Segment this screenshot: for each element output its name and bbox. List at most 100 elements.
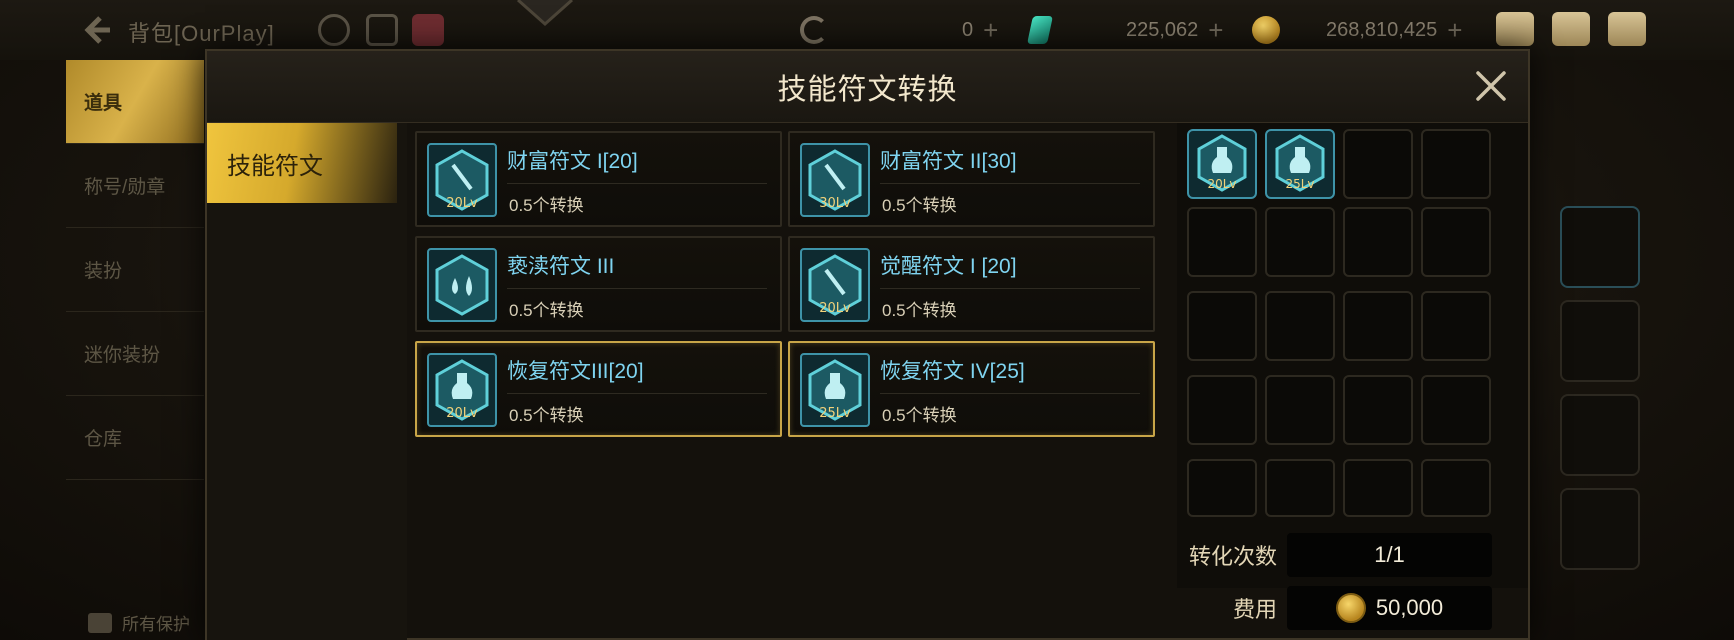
moon-value: 0 xyxy=(962,18,974,41)
rune-slot-empty[interactable] xyxy=(1187,291,1257,361)
rune-name: 财富符文 II[30] xyxy=(880,150,1017,173)
rune-card[interactable]: 20Lv 财富符文 I[20] 0.5个转换 xyxy=(415,131,782,227)
rune-conversion-rate: 0.5个转换 xyxy=(882,196,957,215)
coin-value: 268,810,425 xyxy=(1326,18,1438,41)
moon-icon xyxy=(800,16,828,44)
slot-level-text: 20Lv xyxy=(1207,177,1236,191)
rune-slot-filled[interactable]: 20Lv xyxy=(1187,129,1257,199)
rune-card-selected[interactable]: 20Lv 恢复符文III[20] 0.5个转换 xyxy=(415,341,782,437)
rune-slot-empty[interactable] xyxy=(1343,459,1413,517)
rune-card[interactable]: 30Lv 财富符文 II[30] 0.5个转换 xyxy=(788,131,1155,227)
rune-name: 觉醒符文 I [20] xyxy=(880,255,1017,278)
sword-rune-icon: 30Lv xyxy=(800,143,870,217)
menu-item-outfit[interactable]: 装扮 xyxy=(66,228,204,312)
rune-slot-empty[interactable] xyxy=(1421,207,1491,277)
mail-icon[interactable] xyxy=(1552,12,1590,46)
divider xyxy=(507,183,767,184)
conversion-count-row: 转化次数 1/1 xyxy=(1187,533,1492,577)
sort-icon[interactable] xyxy=(366,14,398,46)
rune-slot-empty[interactable] xyxy=(1343,207,1413,277)
background-slot xyxy=(1560,488,1640,570)
potion-rune-icon: 20Lv xyxy=(427,353,497,427)
potion-rune-icon: 25Lv xyxy=(800,353,870,427)
menu-item-titles[interactable]: 称号/勋章 xyxy=(66,144,204,228)
rune-card[interactable]: 20Lv 觉醒符文 I [20] 0.5个转换 xyxy=(788,236,1155,332)
currency-gem xyxy=(1027,14,1053,46)
rune-slot-empty[interactable] xyxy=(1265,375,1335,445)
rune-slot-filled[interactable]: 25Lv xyxy=(1265,129,1335,199)
rune-level-text: 20Lv xyxy=(446,196,478,211)
dialog-title: 技能符文转换 xyxy=(777,73,958,106)
currency-moon-value: 0 + xyxy=(962,14,998,46)
skill-rune-conversion-dialog: 技能符文转换 技能符文 20Lv 财富符文 I[20] 0.5个转换 30Lv … xyxy=(205,49,1530,640)
close-icon[interactable] xyxy=(1472,67,1510,105)
background-slot xyxy=(1560,206,1640,288)
help-icon[interactable] xyxy=(318,14,350,46)
divider xyxy=(880,393,1140,394)
rune-card[interactable]: 亵渎符文 III 0.5个转换 xyxy=(415,236,782,332)
divider xyxy=(507,393,767,394)
menu-item-mini-outfit[interactable]: 迷你装扮 xyxy=(66,312,204,396)
rune-slot-empty[interactable] xyxy=(1187,375,1257,445)
rune-name: 财富符文 I[20] xyxy=(507,150,638,173)
protect-all-toggle[interactable]: 所有保护 xyxy=(88,610,190,635)
fee-label: 费用 xyxy=(1232,597,1277,622)
rune-slot-empty[interactable] xyxy=(1421,459,1491,517)
background-slot xyxy=(1560,300,1640,382)
rune-slot-empty[interactable] xyxy=(1187,459,1257,517)
add-moon-button[interactable]: + xyxy=(983,15,998,46)
divider xyxy=(880,183,1140,184)
rune-slot-empty[interactable] xyxy=(1343,375,1413,445)
add-gem-button[interactable]: + xyxy=(1208,15,1223,46)
rune-slot-empty[interactable] xyxy=(1187,207,1257,277)
currency-coin-value: 268,810,425 + xyxy=(1326,14,1462,46)
background-slot xyxy=(1560,394,1640,476)
rune-conversion-rate: 0.5个转换 xyxy=(509,196,584,215)
fee-amount: 50,000 xyxy=(1375,595,1444,620)
protect-all-label: 所有保护 xyxy=(122,615,190,634)
rune-name: 恢复符文 IV[25] xyxy=(880,360,1025,383)
rune-name: 亵渎符文 III xyxy=(507,255,615,278)
rune-slot-empty[interactable] xyxy=(1265,459,1335,517)
rune-slot-empty[interactable] xyxy=(1421,375,1491,445)
rune-level-text: 25Lv xyxy=(819,406,851,421)
coin-icon xyxy=(1252,16,1280,44)
lock-icon xyxy=(88,612,112,633)
compass-icon xyxy=(517,0,573,26)
bag-icon[interactable] xyxy=(1496,12,1534,46)
bag-title: 背包[OurPlay] xyxy=(128,21,275,46)
rune-level-text: 30Lv xyxy=(819,196,851,211)
back-arrow-icon[interactable] xyxy=(78,12,114,48)
slot-level-text: 25Lv xyxy=(1285,177,1314,191)
rune-slot-empty[interactable] xyxy=(1265,291,1335,361)
dialog-header: 技能符文转换 xyxy=(207,51,1528,123)
rune-slot-empty[interactable] xyxy=(1343,291,1413,361)
conversion-count-label: 转化次数 xyxy=(1188,544,1277,569)
rune-slot-empty[interactable] xyxy=(1421,291,1491,361)
menu-item-items[interactable]: 道具 xyxy=(66,60,204,144)
currency-coin xyxy=(1252,14,1280,46)
divider xyxy=(880,288,1140,289)
rune-name: 恢复符文III[20] xyxy=(507,360,644,383)
rune-slot-empty[interactable] xyxy=(1421,129,1491,199)
rune-slot-empty[interactable] xyxy=(1265,207,1335,277)
rune-list: 20Lv 财富符文 I[20] 0.5个转换 30Lv 财富符文 II[30] … xyxy=(415,131,1175,640)
rune-conversion-rate: 0.5个转换 xyxy=(509,301,584,320)
currency-gem-value: 225,062 + xyxy=(1126,14,1223,46)
tab-skill-rune[interactable]: 技能符文 xyxy=(207,123,397,203)
drops-rune-icon xyxy=(427,248,497,322)
rune-conversion-rate: 0.5个转换 xyxy=(882,301,957,320)
rune-slot-empty[interactable] xyxy=(1343,129,1413,199)
gem-icon xyxy=(1027,16,1053,44)
sword-rune-icon: 20Lv xyxy=(427,143,497,217)
chat-icon[interactable] xyxy=(1608,12,1646,46)
conversion-count-value: 1/1 xyxy=(1287,533,1492,577)
rune-card-selected[interactable]: 25Lv 恢复符文 IV[25] 0.5个转换 xyxy=(788,341,1155,437)
gift-icon[interactable] xyxy=(412,14,444,46)
fee-row: 费用 50,000 xyxy=(1187,586,1492,630)
menu-item-storage[interactable]: 仓库 xyxy=(66,396,204,480)
rune-level-text: 20Lv xyxy=(446,406,478,421)
rune-conversion-rate: 0.5个转换 xyxy=(509,406,584,425)
add-coin-button[interactable]: + xyxy=(1447,15,1462,46)
inventory-menu: 道具 称号/勋章 装扮 迷你装扮 仓库 xyxy=(66,60,204,640)
